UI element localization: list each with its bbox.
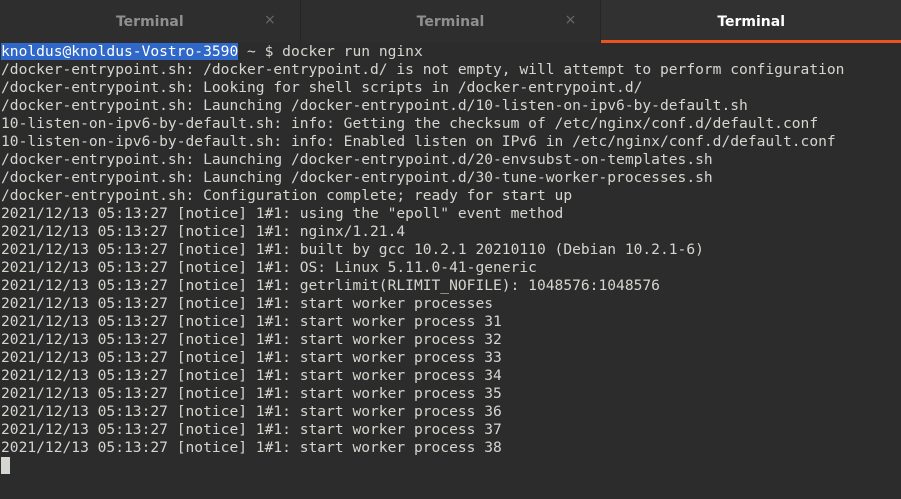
output-line: 2021/12/13 05:13:27 [notice] 1#1: start … [1,403,502,420]
prompt-line: knoldus@knoldus-Vostro-3590 ~ $ docker r… [0,43,901,61]
output-line: 2021/12/13 05:13:27 [notice] 1#1: start … [1,439,502,456]
output-lines: /docker-entrypoint.sh: /docker-entrypoin… [0,61,901,457]
output-line: 2021/12/13 05:13:27 [notice] 1#1: start … [1,367,502,384]
output-line: 10-listen-on-ipv6-by-default.sh: info: E… [1,133,836,150]
text-cursor [1,457,10,474]
output-line: 2021/12/13 05:13:27 [notice] 1#1: start … [1,331,502,348]
output-line: 2021/12/13 05:13:27 [notice] 1#1: OS: Li… [1,259,537,276]
tab-terminal-3-active[interactable]: Terminal [601,0,901,43]
output-line: 2021/12/13 05:13:27 [notice] 1#1: start … [1,349,502,366]
close-icon[interactable]: × [264,12,276,28]
output-line: /docker-entrypoint.sh: Configuration com… [1,187,573,204]
output-line: /docker-entrypoint.sh: Launching /docker… [1,169,713,186]
prompt-command: docker run nginx [282,43,423,60]
output-line: 2021/12/13 05:13:27 [notice] 1#1: built … [1,241,704,258]
output-line: /docker-entrypoint.sh: Launching /docker… [1,151,713,168]
tab-label: Terminal [416,13,485,30]
prompt-path: ~ $ [238,43,283,60]
tab-label: Terminal [717,13,786,30]
output-line: 2021/12/13 05:13:27 [notice] 1#1: start … [1,295,494,312]
tab-terminal-2[interactable]: Terminal × [301,0,602,43]
tab-label: Terminal [115,13,184,30]
output-line: 2021/12/13 05:13:27 [notice] 1#1: start … [1,421,502,438]
close-icon[interactable]: × [565,12,577,28]
output-line: 2021/12/13 05:13:27 [notice] 1#1: start … [1,313,502,330]
output-line: 2021/12/13 05:13:27 [notice] 1#1: start … [1,385,502,402]
output-line: 2021/12/13 05:13:27 [notice] 1#1: nginx/… [1,223,406,240]
output-line: 10-listen-on-ipv6-by-default.sh: info: G… [1,115,819,132]
output-line: /docker-entrypoint.sh: /docker-entrypoin… [1,61,845,78]
output-line: /docker-entrypoint.sh: Looking for shell… [1,79,643,96]
cursor-line [0,457,901,475]
prompt-user-host: knoldus@knoldus-Vostro-3590 [1,43,239,60]
terminal-output[interactable]: knoldus@knoldus-Vostro-3590 ~ $ docker r… [0,43,901,499]
output-line: 2021/12/13 05:13:27 [notice] 1#1: using … [1,205,564,222]
tab-terminal-1[interactable]: Terminal × [0,0,301,43]
tab-bar: Terminal × Terminal × Terminal [0,0,901,43]
output-line: 2021/12/13 05:13:27 [notice] 1#1: getrli… [1,277,660,294]
output-line: /docker-entrypoint.sh: Launching /docker… [1,97,748,114]
